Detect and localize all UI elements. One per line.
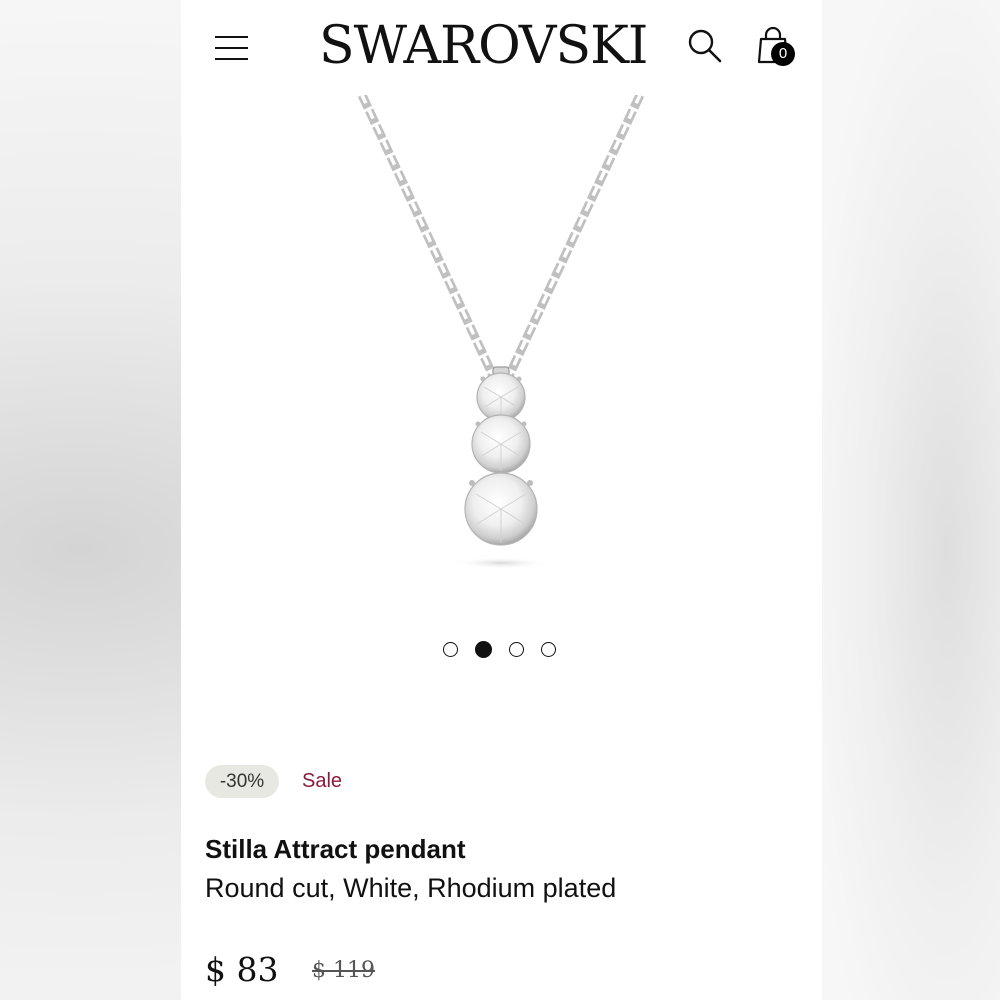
background-right [822,0,1000,1000]
image-pagination [443,641,563,662]
product-description: Round cut, White, Rhodium plated [205,873,617,903]
product-title: Stilla Attract pendant [205,834,466,864]
product-shadow [453,557,549,569]
original-price: $ 119 [312,958,375,983]
chain-right [503,93,645,380]
chain-left [357,93,499,380]
discount-badge: -30% [205,765,279,798]
pagination-dot-4[interactable] [541,642,556,657]
crystal-medium [471,414,531,474]
current-price: $ 83 [205,950,279,989]
menu-button[interactable] [215,34,249,62]
menu-icon-line [215,47,248,49]
sale-label: Sale [302,770,343,792]
pagination-dot-1[interactable] [443,642,458,657]
menu-icon-line [215,58,248,60]
product-page: SWAROVSKI 0 -30% Sale Stilla Attract pen… [181,0,822,1000]
product-image[interactable] [181,93,822,615]
necklace-image [357,93,645,569]
search-button[interactable] [686,27,724,65]
brand-logo[interactable]: SWAROVSKI [319,16,655,76]
crystal-large [464,472,538,546]
menu-icon-line [215,36,248,38]
site-header: SWAROVSKI 0 [181,0,822,95]
pagination-dot-2[interactable] [475,641,492,658]
cart-count-badge: 0 [771,42,795,66]
pagination-dot-3[interactable] [509,642,524,657]
search-icon [688,29,722,63]
